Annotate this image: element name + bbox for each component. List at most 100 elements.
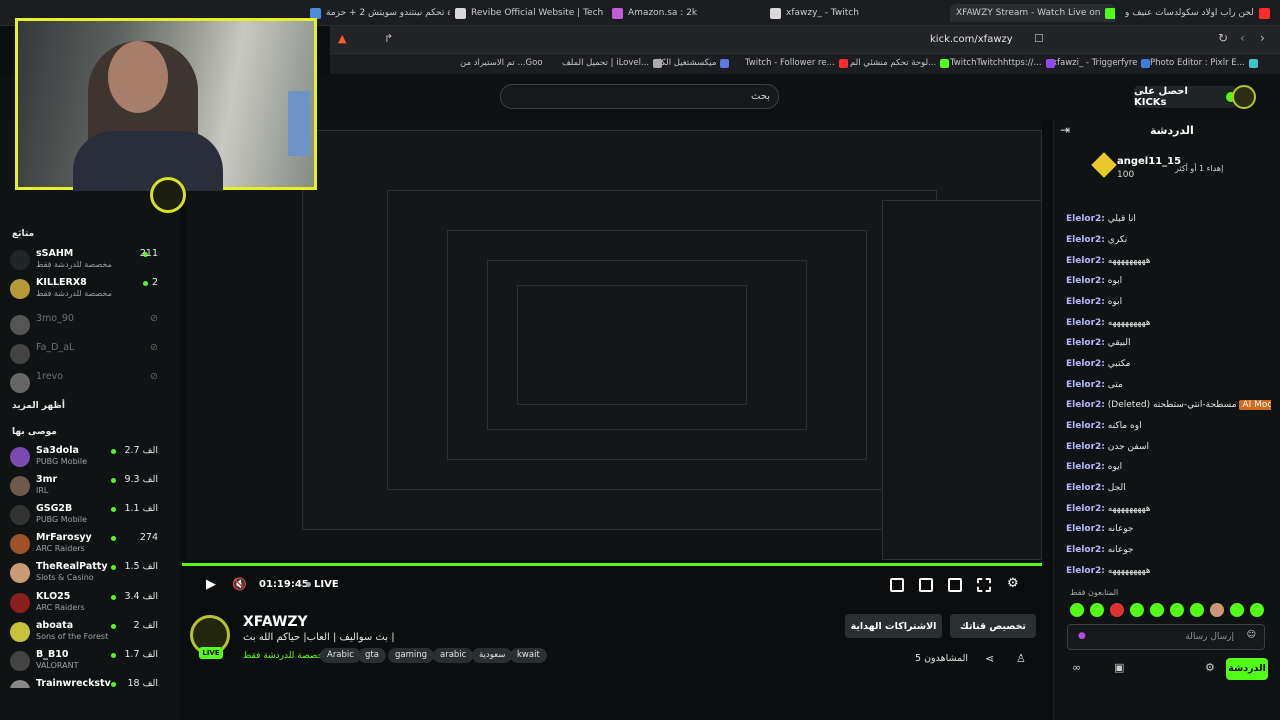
share-icon[interactable]: ↱ [384,32,393,45]
avatar [10,680,30,688]
microphone-icon[interactable]: ● [1078,631,1086,641]
tag[interactable]: gta [358,648,386,663]
follow-icon[interactable]: ♙ [1016,652,1026,665]
chat-message: Elelor2: الجل [1066,483,1126,493]
following-heading: متابَع [12,229,35,239]
brave-shield-icon[interactable]: ▲ [338,32,346,45]
tag[interactable]: Arabic [320,648,361,663]
sidebar-channel[interactable]: 3mr IRL 9.3 الف [10,474,178,502]
chat-message: Elelor2: جوعانه [1066,524,1134,534]
chat-message: Elelor2: هههههههههه [1066,504,1151,514]
chat-settings-icon[interactable]: ⚙ [1205,661,1215,674]
sidebar-channel[interactable]: 1revo ⊘ [10,371,178,399]
kick-favicon-icon [1105,7,1115,19]
live-dot-icon [111,595,116,600]
sidebar-channel[interactable]: sSAHM مخصصة للدردشة فقط 211 [10,248,178,276]
browser-tab[interactable]: وحدة تحكم نينتندو سويتش 2 + حزمة [310,4,450,22]
bookmark-item[interactable]: Twitch - Follower re... [745,58,848,68]
sidebar-channel[interactable]: Fa_D_aL ⊘ [10,342,178,370]
address-bar[interactable]: ▲ ↱ kick.com/xfawzy ☐ ↻ ‹ › [330,26,1280,54]
emote-icon[interactable] [1210,603,1224,617]
browser-tab[interactable]: Amazon.sa : 2k [612,4,752,22]
customize-channel-button[interactable]: تخصيص قناتك [950,614,1036,638]
sidebar-channel[interactable]: aboata Sons of the Forest 2 الف [10,620,178,648]
video-player[interactable] [182,120,1042,598]
sidebar-channel[interactable]: Trainwreckstv 18 الف [10,678,178,688]
browser-tab-active[interactable]: XFAWZY Stream - Watch Live on [950,4,1115,22]
chat-message: Elelor2: (Deleted) مسطحة-انتي-ستطحنه AI … [1066,400,1271,410]
fullscreen-icon[interactable] [977,578,991,592]
emote-icon[interactable] [1090,603,1104,617]
gift-subs-button[interactable]: الاشتراكات الهداية [845,614,942,638]
browser-tab[interactable]: لحن راب اولاد سكولدسات عنيف و [1125,4,1275,22]
send-chat-button[interactable]: الدردشة [1226,658,1268,680]
get-kicks-button[interactable]: احصل على KICKs [1134,86,1236,108]
sidebar-channel[interactable]: TheRealPatty Slots & Casino 1.5 الف [10,561,178,589]
bookmark-item[interactable]: Photo Editor : Pixlr E... [1150,58,1258,68]
channel-name[interactable]: XFAWZY [243,614,308,630]
chat-input[interactable]: ● إرسال رسالة ☺ [1067,624,1265,650]
browser-tab[interactable]: xfawzy_ - Twitch [770,4,920,22]
forward-icon[interactable]: › [1260,31,1265,45]
avatar [10,593,30,613]
back-icon[interactable]: ‹ [1240,31,1245,45]
bookmark-icon[interactable]: ☐ [1034,32,1044,45]
offline-icon: ⊘ [150,371,158,382]
tab-favicon-icon [612,7,623,19]
emote-icon[interactable] [1250,603,1264,617]
chat-message: Elelor2: البيقي [1066,338,1131,348]
sidebar-channel[interactable]: MrFarosyy ARC Raiders 274 [10,532,178,560]
bookmark-item[interactable]: TwitchTwitchhttps://... [950,58,1055,68]
live-badge: LIVE [199,647,223,659]
emote-icon[interactable] [1190,603,1204,617]
tag[interactable]: gaming [388,648,435,663]
theater-icon[interactable] [919,578,933,592]
play-icon[interactable]: ▶ [206,577,216,592]
pinned-gift[interactable]: angel11_15 100 إهداء 1 أو أكثر [1065,150,1270,190]
sidebar-channel[interactable]: GSG2B PUBG Mobile 1.1 الف [10,503,178,531]
tag[interactable]: kwait [510,648,547,663]
emote-icon[interactable] [1110,603,1124,617]
emote-icon[interactable] [1130,603,1144,617]
live-dot-icon [143,281,148,286]
settings-gear-icon[interactable]: ⚙ [1007,576,1019,591]
collapse-chat-icon[interactable]: ⇥ [1060,123,1070,137]
browser-tab[interactable]: Revibe Official Website | Tech Differe [455,4,605,22]
chat-users-icon[interactable]: ∞ [1072,661,1081,674]
sidebar-channel[interactable]: KLO25 ARC Raiders 3.4 الف [10,591,178,619]
live-dot-icon [111,624,116,629]
emote-icon[interactable] [1070,603,1084,617]
tag[interactable]: سعودية [472,648,513,663]
share-icon[interactable]: ⋖ [985,652,994,665]
progress-bar[interactable] [182,563,1042,566]
bookmark-item[interactable]: لوحة تحكم منشئي الم... [850,58,950,68]
bookmark-item[interactable]: xfawzi_ - Triggerfyre [1052,58,1151,68]
search-input[interactable]: بحث [500,84,779,109]
url-text[interactable]: kick.com/xfawzy [930,34,1013,45]
show-more-link[interactable]: أظهر المزيد [12,401,65,411]
bookmark-item[interactable]: ميكسشتغيل الكل [655,58,730,68]
avatar [10,622,30,642]
live-dot-icon [111,653,116,658]
emote-icon[interactable] [1170,603,1184,617]
sidebar-channel[interactable]: KILLERX8 مخصصة للدردشة فقط 2 [10,277,178,305]
chat-store-icon[interactable]: ▣ [1114,661,1124,674]
sidebar-channel[interactable]: B_B10 VALORANT 1.7 الف [10,649,178,677]
bookmark-item[interactable]: تم الاستيراد من ...Goo [460,58,543,68]
emoji-icon[interactable]: ☺ [1247,630,1256,640]
emote-icon[interactable] [1150,603,1164,617]
sidebar-channel[interactable]: Sa3dola PUBG Mobile 2.7 الف [10,445,178,473]
stream-category[interactable]: مخصصة للدردشة فقط [243,651,328,661]
bookmark-item[interactable]: تحميل الملف | iLovel... [562,58,663,68]
mute-icon[interactable]: 🔇 [232,577,247,591]
nested-chat [882,200,1042,560]
reload-icon[interactable]: ↻ [1218,31,1228,45]
clip-icon[interactable] [890,578,904,592]
chat-title: الدردشة [1150,124,1194,137]
user-avatar[interactable] [1232,85,1256,109]
stream-time: 01:19:45 [259,579,309,590]
emote-icon[interactable] [1230,603,1244,617]
pip-icon[interactable] [948,578,962,592]
tag[interactable]: arabic [433,648,474,663]
sidebar-channel[interactable]: 3mo_90 ⊘ [10,313,178,341]
